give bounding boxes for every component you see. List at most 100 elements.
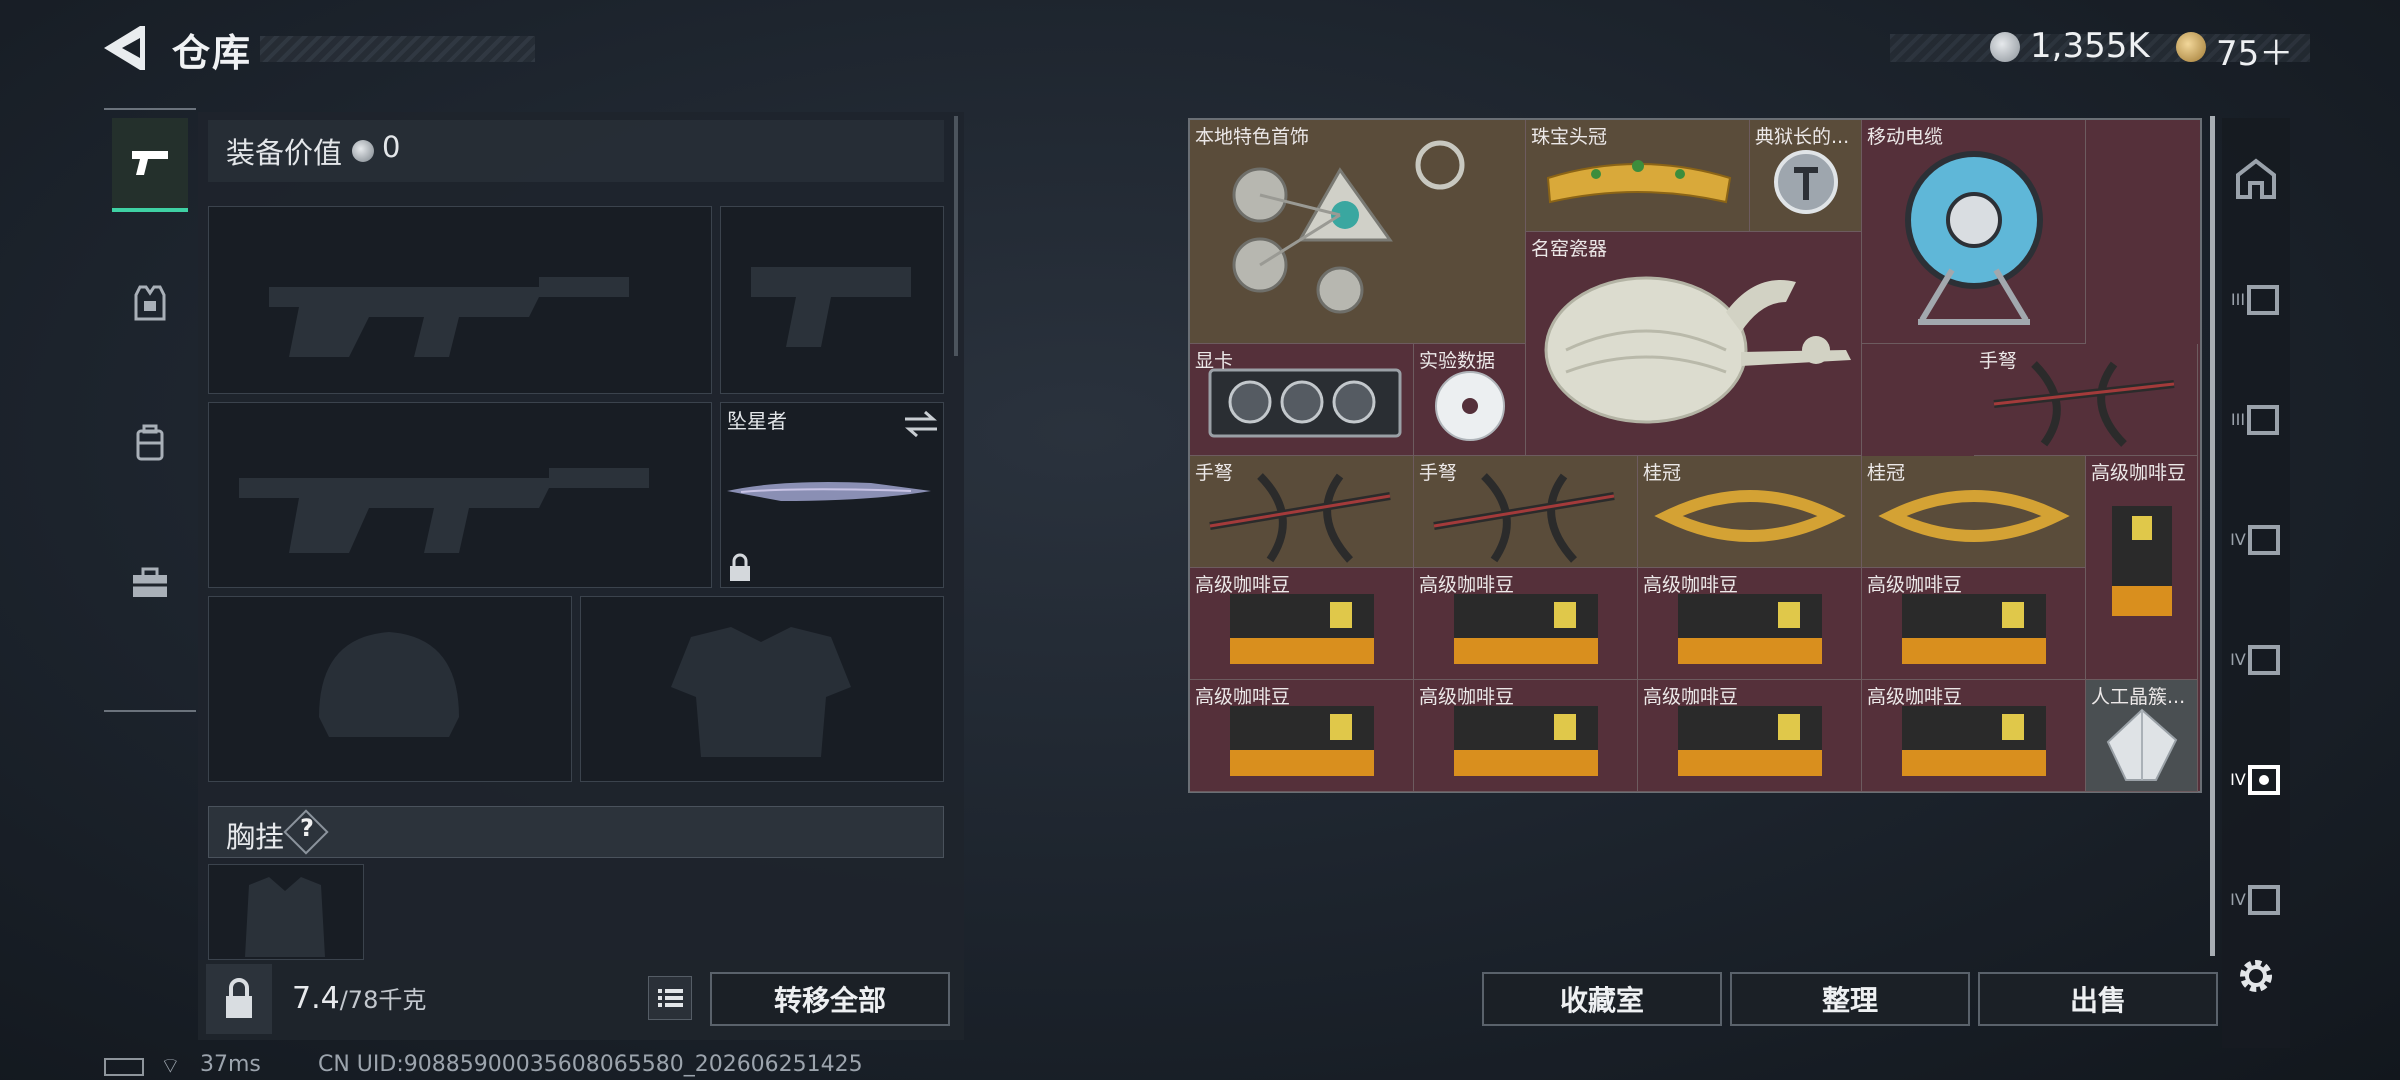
chest-rig-slot[interactable] bbox=[208, 864, 364, 960]
sort-button[interactable]: 整理 bbox=[1730, 972, 1970, 1026]
item-label: 高级咖啡豆 bbox=[1867, 574, 1963, 596]
tab-level: III bbox=[2230, 409, 2246, 429]
item-label: 高级咖啡豆 bbox=[1419, 574, 1515, 596]
grid-item[interactable]: 本地特色首饰 bbox=[1190, 120, 1526, 344]
lock-button[interactable] bbox=[206, 964, 272, 1034]
weight-current: 7.4 bbox=[292, 981, 340, 1016]
grid-item[interactable]: 高级咖啡豆 bbox=[1190, 680, 1414, 792]
item-label: 桂冠 bbox=[1867, 462, 1906, 484]
storage-icon bbox=[2247, 525, 2280, 555]
stash-grid: 本地特色首饰 珠宝头冠 典狱长的... 移动电缆 名窑瓷器 显卡 实验数据 手弩… bbox=[1188, 118, 2202, 793]
item-label: 高级咖啡豆 bbox=[1195, 686, 1291, 708]
porcelain-vase-icon bbox=[1544, 276, 1851, 424]
grid-item[interactable]: 高级咖啡豆 bbox=[1862, 568, 2086, 680]
ornament-icon bbox=[1232, 140, 1465, 314]
grid-item[interactable]: 桂冠 bbox=[1638, 456, 1862, 568]
storage-icon bbox=[2247, 885, 2280, 915]
silver-coin-icon bbox=[352, 140, 374, 162]
item-label: 高级咖啡豆 bbox=[1643, 574, 1739, 596]
backpack-icon bbox=[136, 424, 164, 461]
tab-level: IV bbox=[2230, 649, 2246, 669]
tab-stash-2[interactable]: III bbox=[2222, 364, 2290, 474]
grid-item[interactable]: 移动电缆 bbox=[1862, 120, 2086, 344]
sell-button[interactable]: 出售 bbox=[1978, 972, 2218, 1026]
pistol-silhouette-icon bbox=[751, 267, 911, 347]
tab-level: IV bbox=[2230, 889, 2246, 909]
tab-level: IV bbox=[2230, 769, 2246, 789]
help-mark: ? bbox=[300, 814, 314, 842]
collection-room-button[interactable]: 收藏室 bbox=[1482, 972, 1722, 1026]
pistol-icon bbox=[132, 151, 168, 175]
tab-backpack[interactable] bbox=[112, 398, 188, 488]
grid-item[interactable]: 高级咖啡豆 bbox=[1414, 680, 1638, 792]
currency-silver-amount: 1,355K bbox=[2030, 26, 2150, 66]
cable-reel-icon bbox=[1905, 151, 2043, 325]
grid-item[interactable]: 高级咖啡豆 bbox=[2086, 456, 2198, 680]
item-label: 高级咖啡豆 bbox=[1867, 686, 1963, 708]
item-label: 高级咖啡豆 bbox=[1419, 686, 1515, 708]
tab-stash-3[interactable]: IV bbox=[2222, 484, 2290, 594]
storage-icon bbox=[2247, 285, 2280, 315]
primary-weapon-slot[interactable] bbox=[208, 206, 712, 394]
swap-icon[interactable] bbox=[901, 409, 941, 439]
page-title: 仓库 bbox=[172, 31, 253, 75]
scrollbar[interactable] bbox=[954, 116, 958, 356]
storage-icon bbox=[2236, 158, 2276, 199]
melee-slot[interactable]: 坠星者 bbox=[720, 402, 944, 588]
rifle-silhouette-icon bbox=[269, 277, 629, 357]
chest-rig-silhouette-icon bbox=[245, 877, 325, 957]
tab-weapons[interactable] bbox=[112, 118, 188, 212]
list-view-button[interactable] bbox=[648, 976, 692, 1020]
settings-button[interactable] bbox=[2234, 954, 2278, 998]
tab-stash-1[interactable]: III bbox=[2222, 244, 2290, 354]
gear-icon bbox=[2240, 960, 2272, 992]
list-icon bbox=[658, 989, 683, 1007]
coffee-bag-icon bbox=[2112, 506, 2172, 616]
grid-item[interactable]: 高级咖啡豆 bbox=[1190, 568, 1414, 680]
toolbox-icon bbox=[133, 567, 167, 597]
currency-gold-amount[interactable]: 75＋ bbox=[2216, 26, 2293, 75]
grid-item[interactable]: 手弩 bbox=[1414, 456, 1638, 568]
armor-silhouette-icon bbox=[671, 627, 851, 757]
grid-item[interactable]: 手弩 bbox=[1190, 456, 1414, 568]
scrollbar[interactable] bbox=[2210, 116, 2215, 956]
grid-item[interactable]: 高级咖啡豆 bbox=[1638, 680, 1862, 792]
tab-stash-main[interactable] bbox=[2222, 124, 2290, 234]
tab-armor[interactable] bbox=[112, 258, 188, 348]
chest-rig-label: 胸挂 bbox=[226, 820, 285, 854]
grid-item[interactable]: 显卡 bbox=[1190, 344, 1414, 456]
tab-stash-6[interactable]: IV bbox=[2222, 844, 2290, 954]
vest-icon bbox=[134, 285, 166, 321]
grid-item[interactable]: 名窑瓷器 bbox=[1526, 232, 1862, 456]
item-label: 高级咖啡豆 bbox=[1643, 686, 1739, 708]
chevron-left-icon bbox=[104, 26, 145, 70]
armor-slot[interactable] bbox=[580, 596, 944, 782]
tab-level: III bbox=[2230, 289, 2246, 309]
grid-item[interactable]: 桂冠 bbox=[1862, 456, 2086, 568]
back-button[interactable] bbox=[100, 22, 146, 74]
transfer-all-button[interactable]: 转移全部 bbox=[710, 972, 950, 1026]
grid-item[interactable]: 高级咖啡豆 bbox=[1414, 568, 1638, 680]
item-label: 手弩 bbox=[1195, 462, 1234, 484]
grid-item[interactable]: 典狱长的... bbox=[1750, 120, 1862, 232]
grid-item[interactable]: 人工晶簇... bbox=[2086, 680, 2198, 792]
item-label: 典狱长的... bbox=[1755, 126, 1850, 148]
tab-level: IV bbox=[2230, 529, 2246, 549]
grid-item[interactable]: 实验数据 bbox=[1414, 344, 1526, 456]
grid-item[interactable]: 手弩 bbox=[1974, 344, 2198, 456]
secondary-weapon-slot[interactable] bbox=[208, 402, 712, 588]
battery-icon bbox=[104, 1058, 144, 1076]
grid-item[interactable]: 高级咖啡豆 bbox=[1862, 680, 2086, 792]
item-label: 手弩 bbox=[1419, 462, 1458, 484]
item-label: 移动电缆 bbox=[1867, 126, 1944, 148]
helmet-slot[interactable] bbox=[208, 596, 572, 782]
grid-item[interactable]: 珠宝头冠 bbox=[1526, 120, 1750, 232]
grid-item[interactable]: 高级咖啡豆 bbox=[1638, 568, 1862, 680]
helmet-silhouette-icon bbox=[319, 632, 459, 737]
tab-supplies[interactable] bbox=[112, 538, 188, 628]
gold-coin-icon bbox=[2176, 32, 2206, 62]
tab-stash-5-active[interactable]: IV bbox=[2222, 724, 2290, 834]
item-label: 名窑瓷器 bbox=[1531, 238, 1608, 260]
pistol-slot[interactable] bbox=[720, 206, 944, 394]
tab-stash-4[interactable]: IV bbox=[2222, 604, 2290, 714]
